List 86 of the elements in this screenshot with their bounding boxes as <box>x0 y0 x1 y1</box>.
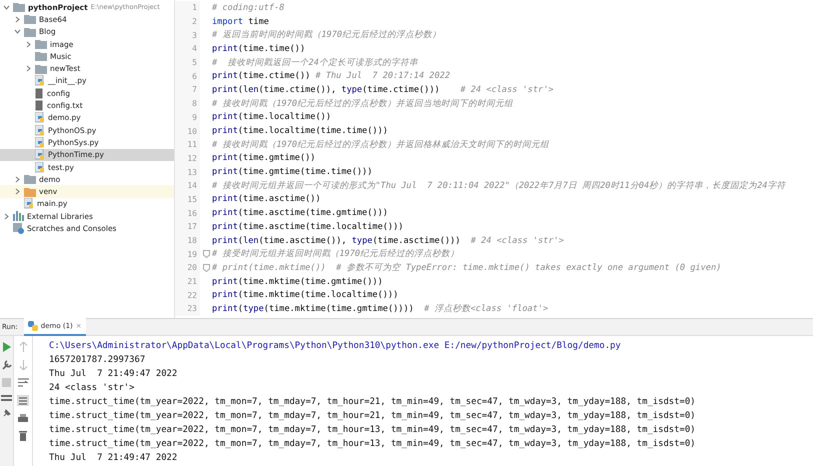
line-number: 14 <box>175 178 200 193</box>
console-line: 24 <class 'str'> <box>49 382 136 395</box>
python-file-icon <box>35 124 45 136</box>
line-number: 18 <box>175 234 200 248</box>
soft-wrap-icon[interactable] <box>18 378 28 387</box>
line-number: 20 <box>175 261 200 275</box>
folder-icon <box>24 186 36 197</box>
console-line: time.struct_time(tm_year=2022, tm_mon=7, tm_mday=7, tm_hour=13, tm_min=49, tm_sec=47, tm_wday=3, tm_yday=188, tm_isdst=0) <box>49 424 697 437</box>
code-line: print(time.mktime(time.gmtime())) <box>212 276 383 287</box>
line-number: 21 <box>175 274 200 288</box>
pin-icon[interactable] <box>2 409 11 418</box>
line-number: 6 <box>175 69 200 84</box>
line-number: 3 <box>175 28 200 42</box>
line-number: 23 <box>175 302 200 316</box>
folder-icon <box>13 2 25 12</box>
code-line: # coding:utf-8 <box>212 2 284 13</box>
line-number: 15 <box>175 192 200 206</box>
text-file-icon <box>35 100 44 112</box>
chevron-icon[interactable] <box>2 212 10 220</box>
code-line: print(time.gmtime()) <box>212 153 316 164</box>
console-line: Thu Jul 7 21:49:47 2022 <box>49 452 178 465</box>
line-number: 13 <box>175 165 200 179</box>
folder-icon <box>35 51 47 62</box>
wrench-icon[interactable] <box>2 360 12 370</box>
line-number: 7 <box>175 83 200 97</box>
console-line: Thu Jul 7 21:49:47 2022 <box>49 368 178 381</box>
line-number: 12 <box>175 152 200 166</box>
code-line: # print(time.mktime()) # 参数不可为空 TypeError: time.mktime() takes exactly one argument (0 given) <box>212 262 722 274</box>
folder-icon <box>35 64 47 74</box>
line-number: 4 <box>175 42 200 56</box>
python-file-icon <box>35 149 45 160</box>
python-file-icon <box>35 162 45 172</box>
text-file-icon <box>35 88 44 99</box>
code-line: # 返回当前时间的时间戳（1970纪元后经过的浮点秒数） <box>212 29 442 42</box>
line-number: 1 <box>175 1 200 15</box>
line-number: 5 <box>175 56 200 70</box>
code-line: print(time.gmtime(time.time())) <box>212 167 372 178</box>
trash-icon[interactable] <box>19 431 27 441</box>
line-number: 8 <box>175 96 200 110</box>
console-line: C:\Users\Administrator\AppData\Local\Programs\Python\Python310\python.exe E:/new/pythonProject/Blog/demo.py <box>49 340 622 353</box>
console-line: time.struct_time(tm_year=2022, tm_mon=7, tm_mday=7, tm_hour=21, tm_min=49, tm_sec=47, tm_wday=3, tm_yday=188, tm_isdst=0) <box>49 396 697 409</box>
run-icon[interactable] <box>2 342 11 352</box>
code-line: print(time.asctime()) <box>212 194 321 204</box>
fold-icon[interactable] <box>202 250 210 258</box>
console-line: time.struct_time(tm_year=2022, tm_mon=7, tm_mday=7, tm_hour=13, tm_min=49, tm_sec=47, tm_wday=3, tm_yday=188, tm_isdst=0) <box>49 438 697 451</box>
code-line: print(time.localtime(time.time())) <box>212 126 388 136</box>
folder-icon <box>24 26 36 37</box>
line-number: 19 <box>175 247 200 262</box>
console-line: time.struct_time(tm_year=2022, tm_mon=7, tm_mday=7, tm_hour=21, tm_min=49, tm_sec=47, tm_wday=3, tm_yday=188, tm_isdst=0) <box>49 410 697 423</box>
python-file-icon <box>35 112 45 124</box>
code-line: # 接收时间戳（1970纪元后经过的浮点秒数）并返回格林威治天文时间下的时间元组 <box>212 138 550 151</box>
layout-icon[interactable] <box>1 395 12 401</box>
python-icon <box>28 321 38 331</box>
code-line: print(len(time.ctime()), type(time.ctime())) # 24 <class 'str'> <box>212 84 554 95</box>
code-line: print(time.asctime(time.localtime())) <box>212 222 404 232</box>
python-file-icon <box>24 198 34 210</box>
code-line: print(time.localtime()) <box>212 112 332 122</box>
code-line: # 接收时间戳（1970纪元后经过的浮点秒数）并返回当地时间下的时间元组 <box>212 98 514 110</box>
folder-icon <box>24 14 36 24</box>
line-number: 9 <box>175 110 200 124</box>
code-line: # 接收时间元组并返回一个可读的形式为"Thu Jul 7 20:11:04 2022"（2022年7月7日 周四20时11分04秒）的字符串，长度固定为24字符 <box>212 180 786 192</box>
code-line: print(time.mktime(time.localtime())) <box>212 290 398 300</box>
code-line: import time <box>212 16 269 27</box>
python-file-icon <box>35 75 45 86</box>
line-number: 16 <box>175 206 200 220</box>
code-line: print(time.ctime()) # Thu Jul 7 20:17:14 2022 <box>212 71 450 82</box>
line-number: 22 <box>175 288 200 302</box>
chevron-icon[interactable] <box>24 65 32 72</box>
print-icon[interactable] <box>18 414 28 423</box>
code-line: print(time.time()) <box>212 44 306 54</box>
console-line: 1657201787.2997367 <box>49 354 146 367</box>
folder-icon <box>35 39 47 50</box>
code-line: print(time.asctime(time.gmtime())) <box>212 208 388 218</box>
code-line: print(type(time.mktime(time.gmtime()))) # 浮点秒数<class 'float'> <box>212 302 548 315</box>
line-number: 10 <box>175 124 200 138</box>
code-line: print(len(time.asctime()), type(time.asctime())) # 24 <class 'str'> <box>212 236 564 246</box>
scratches-icon <box>13 222 24 234</box>
scroll-end-icon[interactable] <box>17 395 29 406</box>
python-file-icon <box>35 136 45 148</box>
line-number: 17 <box>175 220 200 234</box>
line-number: 2 <box>175 14 200 28</box>
code-line: # 接受时间元组并返回时间戳（1970纪元后经过的浮点秒数） <box>212 248 460 260</box>
code-line: # 接收时间戳返回一个24个定长可读形式的字符串 <box>212 56 418 69</box>
bar-chart-icon <box>13 211 24 222</box>
line-number: 11 <box>175 138 200 152</box>
fold-icon[interactable] <box>202 264 210 272</box>
